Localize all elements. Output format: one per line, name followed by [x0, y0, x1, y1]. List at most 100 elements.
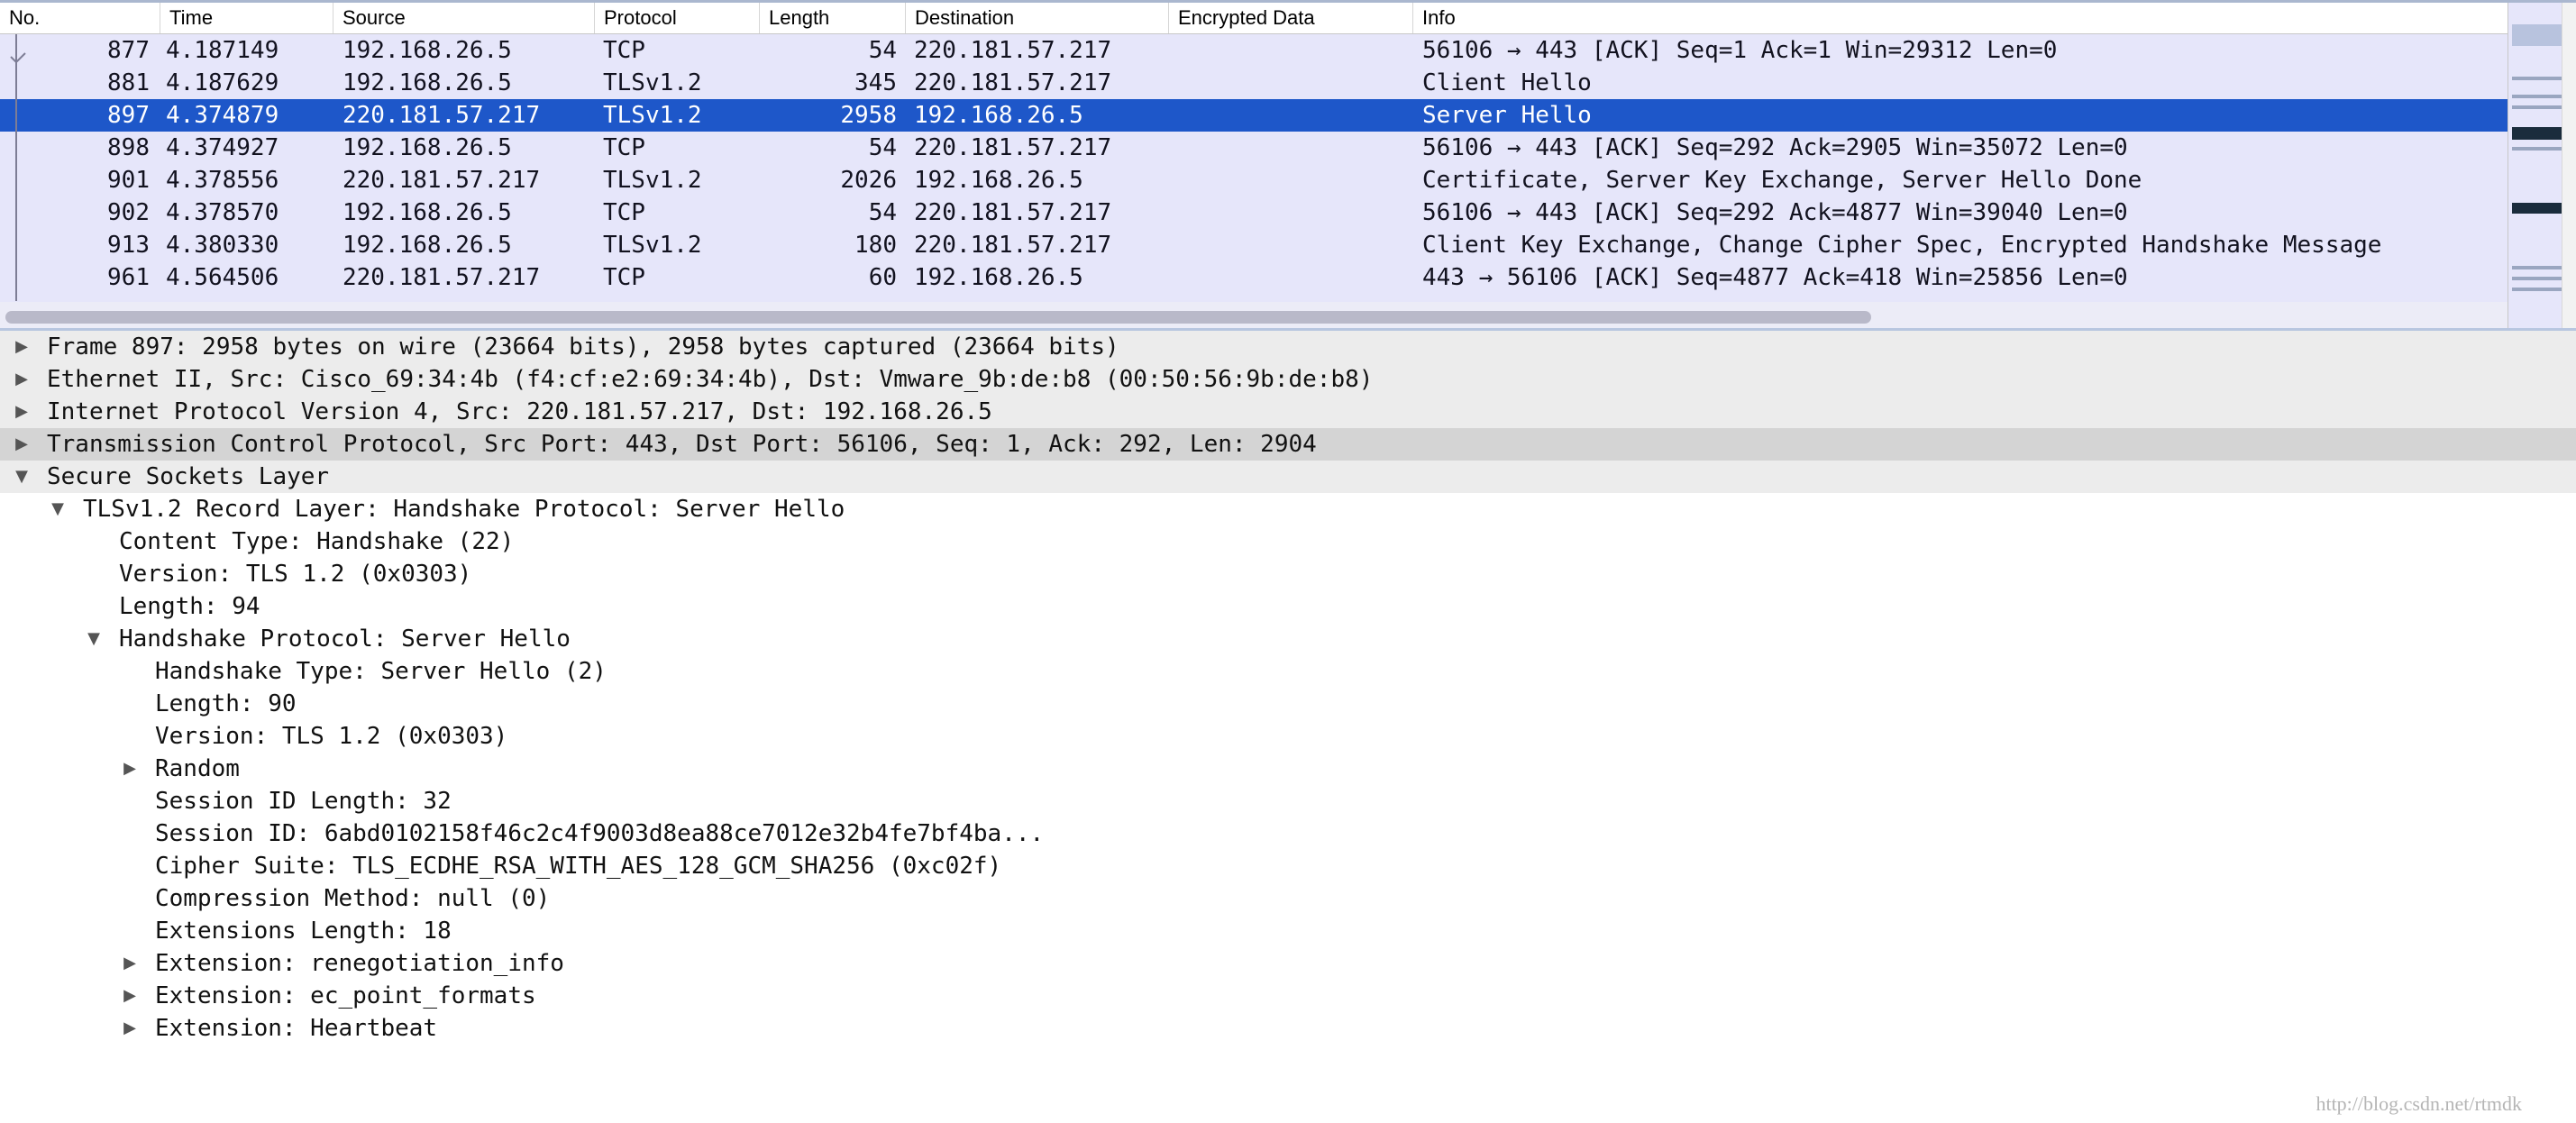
detail-tree-row[interactable]: ▶ Internet Protocol Version 4, Src: 220.1… — [0, 396, 2576, 428]
column-header-length[interactable]: Length — [759, 3, 905, 33]
column-header-no[interactable]: No. — [0, 3, 160, 33]
column-header-encrypted-data[interactable]: Encrypted Data — [1168, 3, 1412, 33]
packet-cell-protocol: TLSv1.2 — [603, 167, 702, 194]
packet-list-pane[interactable]: No. Time Source Protocol Length Destinat… — [0, 0, 2576, 328]
packet-cell-protocol: TCP — [603, 134, 645, 161]
detail-tree-row[interactable]: ▶ Extension: renegotiation_info — [0, 947, 2576, 980]
column-header-destination[interactable]: Destination — [905, 3, 1168, 33]
watermark-text: http://blog.csdn.net/rtmdk — [2316, 1092, 2522, 1115]
detail-tree-row: Extensions Length: 18 — [0, 915, 2576, 947]
detail-tree-row[interactable]: ▼ TLSv1.2 Record Layer: Handshake Protoco… — [0, 493, 2576, 525]
packet-cell-no: 902 — [107, 199, 150, 226]
packet-cell-protocol: TLSv1.2 — [603, 69, 702, 96]
wireshark-window: No. Time Source Protocol Length Destinat… — [0, 0, 2576, 1123]
triangle-right-icon[interactable]: ▶ — [11, 363, 32, 396]
packet-cell-destination: 220.181.57.217 — [914, 232, 1112, 259]
horizontal-scrollbar-thumb[interactable] — [5, 311, 1871, 324]
packet-row[interactable]: 901 4.378556 220.181.57.217 TLSv1.2 2026 192.… — [0, 164, 2507, 196]
packet-cell-destination: 192.168.26.5 — [914, 264, 1083, 291]
packet-cell-destination: 220.181.57.217 — [914, 37, 1112, 64]
detail-tree-label: Extensions Length: 18 — [155, 918, 452, 945]
triangle-right-icon[interactable]: ▶ — [119, 947, 141, 980]
packet-cell-no: 961 — [107, 264, 150, 291]
packet-cell-source: 220.181.57.217 — [343, 102, 541, 129]
packet-cell-encrypted — [1177, 34, 1412, 67]
packet-cell-encrypted — [1177, 99, 1412, 132]
packet-cell-info: 56106 → 443 [ACK] Seq=292 Ack=2905 Win=3… — [1422, 134, 2128, 161]
packet-cell-length: 2026 — [840, 167, 897, 194]
triangle-right-icon[interactable]: ▶ — [119, 1012, 141, 1045]
packet-cell-info: 56106 → 443 [ACK] Seq=1 Ack=1 Win=29312 … — [1422, 37, 2058, 64]
packet-details-pane[interactable]: ▶ Frame 897: 2958 bytes on wire (23664 bi… — [0, 328, 2576, 1123]
detail-tree-row[interactable]: ▶ Extension: ec_point_formats — [0, 980, 2576, 1012]
packet-row[interactable]: 877 4.187149 192.168.26.5 TCP 54 220.181.57.2… — [0, 34, 2507, 67]
detail-tree-label: Ethernet II, Src: Cisco_69:34:4b (f4:cf:… — [47, 366, 1374, 393]
detail-tree-row[interactable]: ▶ Frame 897: 2958 bytes on wire (23664 bi… — [0, 331, 2576, 363]
column-header-protocol[interactable]: Protocol — [594, 3, 759, 33]
detail-tree-label: Frame 897: 2958 bytes on wire (23664 bit… — [47, 333, 1119, 361]
column-header-time[interactable]: Time — [160, 3, 333, 33]
detail-tree-row[interactable]: ▶ Random — [0, 753, 2576, 785]
related-packet-line — [15, 34, 17, 301]
triangle-right-icon[interactable]: ▶ — [11, 428, 32, 461]
detail-tree-label: Compression Method: null (0) — [155, 885, 551, 912]
packet-cell-time: 4.374927 — [166, 134, 279, 161]
detail-tree-row[interactable]: ▶ Ethernet II, Src: Cisco_69:34:4b (f4:cf… — [0, 363, 2576, 396]
related-packet-check-icon — [10, 52, 26, 64]
column-header-info[interactable]: Info — [1412, 3, 2507, 33]
triangle-down-icon[interactable]: ▼ — [11, 461, 32, 493]
packet-cell-encrypted — [1177, 229, 1412, 261]
packet-cell-length: 2958 — [840, 102, 897, 129]
detail-tree-row: Length: 94 — [0, 590, 2576, 623]
triangle-down-icon[interactable]: ▼ — [47, 493, 69, 525]
detail-tree-row[interactable]: ▼ Handshake Protocol: Server Hello — [0, 623, 2576, 655]
detail-tree-row: Handshake Type: Server Hello (2) — [0, 655, 2576, 688]
packet-cell-length: 54 — [868, 134, 897, 161]
detail-tree-row: Content Type: Handshake (22) — [0, 525, 2576, 558]
detail-tree-label: Version: TLS 1.2 (0x0303) — [155, 723, 508, 750]
packet-cell-encrypted — [1177, 261, 1412, 294]
packet-row[interactable]: 881 4.187629 192.168.26.5 TLSv1.2 345 220.181… — [0, 67, 2507, 99]
packet-row[interactable]: 961 4.564506 220.181.57.217 TCP 60 192.168.26… — [0, 261, 2507, 294]
triangle-right-icon[interactable]: ▶ — [11, 396, 32, 428]
packet-cell-source: 192.168.26.5 — [343, 37, 512, 64]
detail-tree-label: Internet Protocol Version 4, Src: 220.18… — [47, 398, 992, 425]
packet-cell-source: 192.168.26.5 — [343, 199, 512, 226]
packet-cell-encrypted — [1177, 196, 1412, 229]
packet-row[interactable]: 913 4.380330 192.168.26.5 TLSv1.2 180 220.181… — [0, 229, 2507, 261]
packet-cell-length: 54 — [868, 37, 897, 64]
packet-cell-time: 4.374879 — [166, 102, 279, 129]
detail-tree-label: Extension: Heartbeat — [155, 1015, 438, 1042]
packet-cell-time: 4.564506 — [166, 264, 279, 291]
detail-tree-row[interactable]: ▼ Secure Sockets Layer — [0, 461, 2576, 493]
packet-cell-info: Client Key Exchange, Change Cipher Spec,… — [1422, 232, 2382, 259]
packet-cell-time: 4.378570 — [166, 199, 279, 226]
detail-tree-row[interactable]: ▶ Transmission Control Protocol, Src Port… — [0, 428, 2576, 461]
detail-tree-row[interactable]: ▶ Extension: Heartbeat — [0, 1012, 2576, 1045]
packet-cell-protocol: TCP — [603, 199, 645, 226]
triangle-right-icon[interactable]: ▶ — [119, 753, 141, 785]
column-header-source[interactable]: Source — [333, 3, 594, 33]
packet-cell-destination: 192.168.26.5 — [914, 102, 1083, 129]
packet-row[interactable]: 898 4.374927 192.168.26.5 TCP 54 220.181.57.2… — [0, 132, 2507, 164]
detail-tree-row: Version: TLS 1.2 (0x0303) — [0, 720, 2576, 753]
packet-cell-destination: 220.181.57.217 — [914, 69, 1112, 96]
packet-cell-source: 220.181.57.217 — [343, 167, 541, 194]
detail-tree-label: Handshake Protocol: Server Hello — [119, 625, 571, 653]
packet-row[interactable]: 902 4.378570 192.168.26.5 TCP 54 220.181.57.2… — [0, 196, 2507, 229]
detail-tree-label: TLSv1.2 Record Layer: Handshake Protocol… — [83, 496, 845, 523]
packet-row-selected[interactable]: 897 4.374879 220.181.57.217 TLSv1.2 2958 192.… — [0, 99, 2507, 132]
packet-cell-no: 913 — [107, 232, 150, 259]
packet-cell-info: Certificate, Server Key Exchange, Server… — [1422, 167, 2142, 194]
horizontal-scrollbar[interactable] — [0, 302, 2507, 328]
triangle-right-icon[interactable]: ▶ — [11, 331, 32, 363]
packet-cell-protocol: TLSv1.2 — [603, 232, 702, 259]
detail-tree-label: Extension: ec_point_formats — [155, 982, 536, 1009]
detail-tree-label: Length: 94 — [119, 593, 260, 620]
packet-cell-info: 56106 → 443 [ACK] Seq=292 Ack=4877 Win=3… — [1422, 199, 2128, 226]
vertical-scrollbar[interactable] — [2562, 3, 2576, 328]
detail-tree-row: Cipher Suite: TLS_ECDHE_RSA_WITH_AES_128… — [0, 850, 2576, 882]
packet-cell-protocol: TCP — [603, 37, 645, 64]
triangle-right-icon[interactable]: ▶ — [119, 980, 141, 1012]
triangle-down-icon[interactable]: ▼ — [83, 623, 105, 655]
